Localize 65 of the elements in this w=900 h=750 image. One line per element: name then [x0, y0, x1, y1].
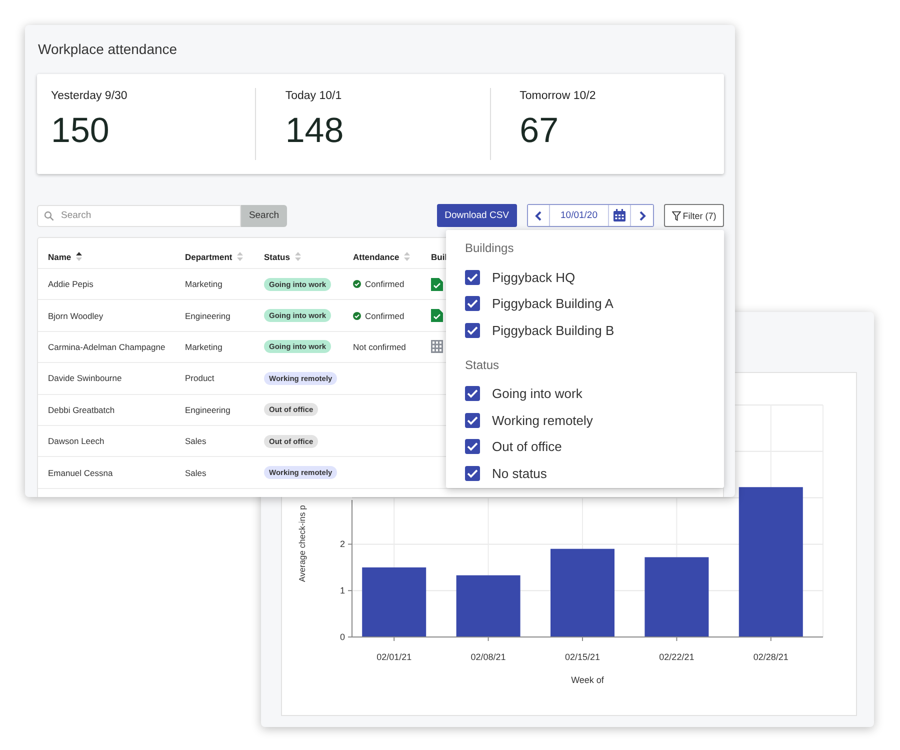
section-title: Buildings [465, 241, 515, 255]
x-tick-label: 02/01/21 [376, 652, 412, 662]
name-cell: Debbi Greatbatch [48, 404, 115, 415]
x-tick-label: 02/28/21 [753, 652, 788, 662]
stat-label: Today 10/1 [285, 90, 343, 102]
option-label[interactable]: Working remotely [492, 412, 593, 428]
department-cell: Engineering [185, 404, 230, 415]
name-cell: Dawson Leech [48, 436, 104, 446]
stat-label: Yesterday 9/30 [51, 90, 128, 102]
option-label[interactable]: Going into work [492, 386, 582, 402]
department-cell: Sales [185, 436, 206, 446]
department-cell: Marketing [185, 279, 222, 290]
attendance-cell: Not confirmed [353, 342, 406, 352]
chevron-left-icon [535, 210, 542, 220]
stat-label: Tomorrow 10/2 [520, 90, 597, 102]
department-cell: Product [185, 373, 214, 384]
y-axis-title: Average check-ins p [297, 505, 307, 582]
name-cell: Carmina-Adelman Champagne [48, 342, 166, 352]
option-label[interactable]: Out of office [492, 439, 562, 454]
attendance-cell: Confirmed [365, 310, 404, 321]
option-label[interactable]: Piggyback Building B [492, 322, 614, 338]
search-button[interactable]: Search [241, 204, 287, 226]
name-cell: Bjorn Woodley [48, 310, 104, 321]
y-tick-label: 2 [340, 539, 345, 550]
x-tick-label: 02/22/21 [659, 652, 694, 662]
stat-value: 150 [51, 111, 110, 151]
option-label[interactable]: Piggyback Building A [492, 296, 614, 312]
attendance-cell: Confirmed [365, 279, 404, 290]
stat-value: 148 [285, 111, 345, 151]
previous-button[interactable] [528, 205, 550, 226]
x-tick-label: 02/15/21 [564, 652, 600, 662]
column-header[interactable]: Department [185, 252, 232, 262]
search-field[interactable]: Search [37, 204, 241, 226]
section-title: Status [465, 358, 500, 372]
department-cell: Engineering [185, 310, 230, 321]
filter-icon [672, 210, 681, 220]
option-label[interactable]: No status [492, 466, 547, 481]
checkbox[interactable] [465, 439, 480, 454]
column-header[interactable]: Attendance [353, 252, 400, 262]
option-label[interactable]: Piggyback HQ [492, 270, 576, 285]
checkbox[interactable] [465, 386, 480, 402]
name-cell: Emanuel Cessna [48, 468, 113, 478]
y-tick-label: 1 [340, 586, 345, 596]
checkbox[interactable] [465, 270, 480, 285]
checkbox[interactable] [465, 296, 480, 312]
department-cell: Sales [185, 468, 206, 478]
sort-icon[interactable] [76, 252, 82, 261]
name-cell: Addie Pepis [48, 279, 94, 290]
column-header[interactable]: Name [48, 252, 72, 262]
column-header[interactable]: Status [264, 252, 290, 262]
department-cell: Marketing [185, 342, 222, 352]
x-tick-label: 02/08/21 [470, 652, 506, 662]
checkbox[interactable] [465, 466, 480, 481]
chevron-right-icon [638, 210, 646, 220]
checkbox[interactable] [465, 322, 480, 338]
calendar-icon [613, 209, 626, 222]
name-cell: Davide Swinbourne [48, 373, 122, 384]
search-icon [44, 210, 54, 220]
filter-button[interactable]: Filter (7) [664, 204, 724, 227]
checkbox[interactable] [465, 412, 480, 428]
download-csv-button[interactable]: Download CSV [436, 204, 517, 227]
stat-value: 67 [520, 111, 560, 151]
x-axis-title: Week of [571, 675, 604, 685]
y-tick-label: 0 [340, 632, 345, 642]
window-title: Workplace attendance [38, 41, 178, 57]
